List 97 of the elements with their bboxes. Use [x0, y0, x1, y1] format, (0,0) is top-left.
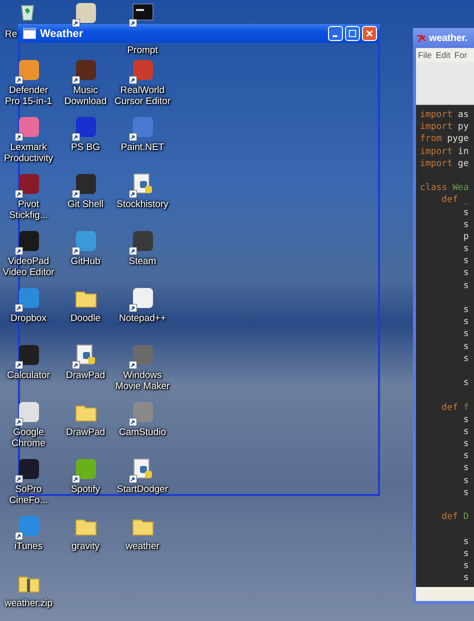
app-icon[interactable] — [16, 457, 40, 481]
code-line: s — [462, 255, 470, 268]
app-icon[interactable] — [130, 286, 154, 310]
code-line: s — [462, 462, 470, 475]
icon-label: Dropbox — [10, 313, 48, 324]
status-bar — [416, 587, 474, 601]
icon-label: iTunes — [13, 541, 44, 552]
close-button[interactable] — [362, 26, 377, 41]
icon-label: PS BG — [70, 142, 102, 153]
menu-item[interactable]: For — [454, 50, 468, 60]
code-line: s — [462, 267, 470, 280]
app-icon[interactable] — [74, 115, 98, 139]
icon-label: Paint.NET — [120, 142, 166, 153]
app-icon[interactable] — [74, 1, 98, 25]
python-file-icon[interactable] — [130, 172, 154, 196]
icon-label: GitHub — [70, 256, 102, 267]
icon-label: Prompt — [126, 45, 159, 56]
icon-label: CamStudio — [118, 427, 167, 438]
window-icon — [23, 28, 36, 39]
app-icon[interactable] — [130, 343, 154, 367]
app-icon[interactable] — [74, 58, 98, 82]
app-icon[interactable] — [74, 172, 98, 196]
icon-label: DrawPad — [64, 370, 106, 381]
code-line: import in — [420, 146, 470, 158]
icon-label: Re — [5, 29, 18, 40]
app-icon[interactable] — [130, 229, 154, 253]
maximize-button[interactable] — [345, 26, 360, 41]
code-line: s — [462, 548, 470, 560]
code-line: s — [462, 377, 470, 390]
icon-label: Lexmark Productivity — [2, 142, 54, 164]
icon-label: Spotify — [70, 484, 102, 495]
code-line: def f — [440, 402, 470, 414]
app-icon[interactable] — [16, 229, 40, 253]
app-icon[interactable] — [16, 400, 40, 424]
window-title: weather. — [429, 32, 468, 44]
code-line: def _ — [440, 194, 470, 206]
code-line: s — [462, 414, 470, 426]
icon-label: Notepad++ — [118, 313, 167, 324]
icon-label: weather — [124, 541, 160, 552]
app-icon[interactable] — [130, 115, 154, 139]
code-line: s — [462, 340, 470, 353]
code-line: s — [462, 474, 470, 487]
code-line: import py — [420, 121, 470, 134]
code-line: s — [462, 206, 470, 219]
code-line: class Wea — [420, 182, 470, 194]
code-line: import as — [420, 109, 470, 122]
python-file-icon[interactable] — [130, 457, 154, 481]
menu-item[interactable]: File — [418, 50, 432, 60]
icon-label: Google Chrome — [10, 427, 46, 449]
icon-label: Pivot Stickfig... — [8, 199, 49, 221]
menu-item[interactable]: Edit — [436, 50, 450, 60]
icon-label: DrawPad — [64, 427, 106, 438]
code-line: s — [462, 560, 470, 572]
app-icon[interactable] — [16, 115, 40, 139]
icon-label: Git Shell — [66, 199, 104, 210]
code-line: s — [462, 438, 470, 450]
minimize-button[interactable] — [328, 26, 343, 41]
code-line: s — [462, 304, 470, 316]
app-logo-icon — [416, 34, 427, 42]
icon-label: Windows Movie Maker — [114, 370, 170, 392]
icon-label: Calculator — [6, 370, 51, 381]
icon-label: Doodle — [69, 313, 102, 324]
window-title: Weather — [40, 28, 84, 40]
icon-label: RealWorld Cursor Editor — [114, 85, 170, 107]
code-line: s — [462, 280, 470, 292]
app-icon[interactable] — [16, 286, 40, 310]
close-icon — [365, 29, 374, 38]
app-icon[interactable] — [16, 58, 40, 82]
code-line: s — [462, 316, 470, 328]
icon-label: StartDodger — [116, 484, 170, 495]
app-icon[interactable] — [16, 343, 40, 367]
icon-label: Defender Pro 15-in-1 — [4, 85, 53, 107]
icon-label: Music Download — [63, 85, 108, 107]
code-line: s — [462, 352, 470, 365]
code-line: s — [462, 243, 470, 256]
app-icon[interactable] — [16, 172, 40, 196]
python-file-icon[interactable] — [74, 343, 98, 367]
code-line: s — [462, 450, 470, 462]
icon-label: VideoPad Video Editor — [2, 256, 56, 278]
app-icon[interactable] — [130, 58, 154, 82]
code-line: s — [462, 536, 470, 548]
code-line: from pyge — [420, 133, 470, 146]
code-line: def D — [440, 511, 470, 524]
code-line: s — [462, 426, 470, 438]
icon-label: Stockhistory — [116, 199, 170, 210]
icon-label: gravity — [70, 541, 100, 552]
code-line: import ge — [420, 158, 470, 170]
code-line: s — [462, 328, 470, 341]
code-line: p — [462, 230, 470, 244]
icon-label: SoPro CineFo... — [8, 484, 49, 506]
code-line: s — [462, 572, 470, 584]
code-line: s — [462, 486, 470, 499]
code-editor[interactable]: import as import py from pyge import in import ge class Wea def _ s s p s s s s s s s s s s def f s s s s s s s def D s s s s — [416, 105, 474, 587]
code-line: s — [462, 218, 470, 231]
icon-label: Steam — [128, 256, 158, 267]
icon-label: weather.zip — [3, 598, 54, 609]
maximize-icon — [348, 29, 357, 38]
